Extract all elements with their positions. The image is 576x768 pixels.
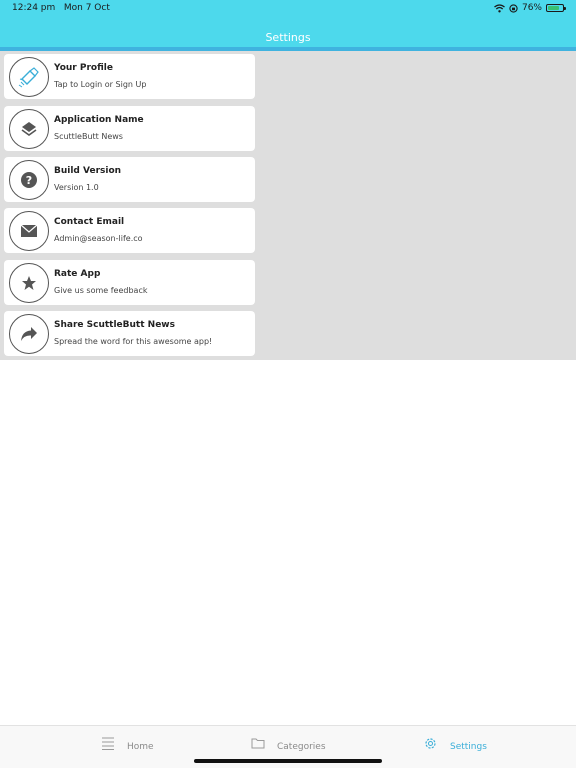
gear-icon [425,737,436,749]
settings-item-application-name[interactable]: Application Name ScuttleButt News [4,106,255,151]
settings-item-title: Your Profile [54,63,113,73]
settings-item-subtitle: Spread the word for this awesome app! [54,337,213,346]
settings-item-title: Contact Email [54,217,125,227]
tab-label: Categories [277,742,326,752]
home-indicator[interactable] [194,759,382,763]
settings-item-contact-email[interactable]: Contact Email Admin@season-life.co [4,208,255,253]
settings-item-profile[interactable]: Your Profile Tap to Login or Sign Up [4,54,255,99]
layers-icon [9,109,49,149]
envelope-icon [9,211,49,251]
profile-logo-icon [9,57,49,97]
orientation-lock-icon [509,3,518,13]
settings-item-title: Rate App [54,269,101,279]
wifi-icon [494,3,505,12]
settings-item-subtitle: Version 1.0 [54,183,99,192]
status-bar-indicators: 76% [494,3,566,13]
settings-item-subtitle: ScuttleButt News [54,132,123,141]
tab-categories[interactable]: Categories [251,734,326,752]
battery-percentage: 76% [521,3,542,13]
tab-settings[interactable]: Settings [423,734,487,752]
settings-item-build-version[interactable]: ? Build Version Version 1.0 [4,157,255,202]
svg-text:?: ? [26,174,32,187]
question-icon: ? [9,160,49,200]
folder-icon [251,738,265,749]
status-date: Mon 7 Oct [63,3,110,13]
battery-icon [546,4,566,12]
share-arrow-icon [9,314,49,354]
star-icon [9,263,49,303]
tab-label: Settings [450,742,487,752]
settings-item-rate-app[interactable]: Rate App Give us some feedback [4,260,255,305]
settings-item-title: Share ScuttleButt News [54,320,175,330]
settings-item-title: Application Name [54,115,144,125]
tab-home[interactable]: Home [101,734,154,752]
settings-item-title: Build Version [54,166,122,176]
tab-label: Home [127,742,154,752]
status-time: 12:24 pm [12,3,56,13]
page-title: Settings [265,31,311,44]
settings-item-subtitle: Tap to Login or Sign Up [54,80,147,89]
status-bar-clock: 12:24 pm Mon 7 Oct [12,3,110,13]
list-icon [102,737,114,750]
settings-item-subtitle: Admin@season-life.co [54,234,143,243]
settings-item-subtitle: Give us some feedback [54,286,148,295]
settings-item-share[interactable]: Share ScuttleButt News Spread the word f… [4,311,255,356]
settings-list: Your Profile Tap to Login or Sign Up App… [0,51,576,360]
